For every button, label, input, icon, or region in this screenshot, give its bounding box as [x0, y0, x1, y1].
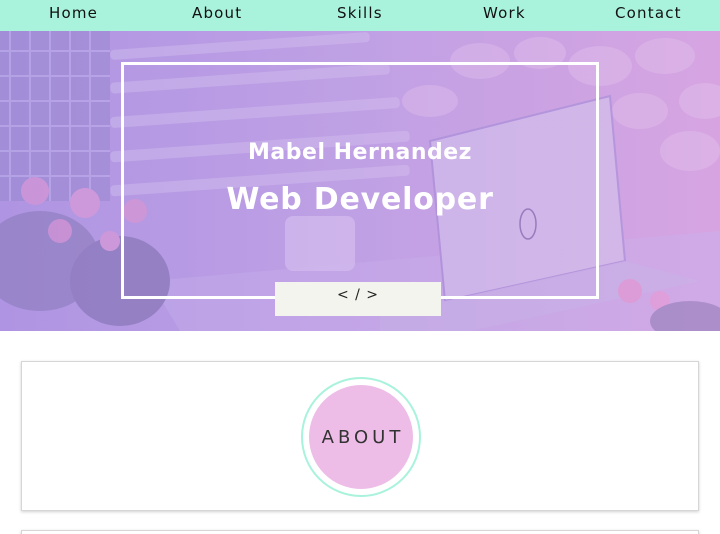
nav-work-link[interactable]: Work — [483, 4, 526, 22]
next-section-card — [21, 530, 699, 534]
about-badge: ABOUT — [309, 385, 413, 489]
code-tab: < / > — [275, 282, 441, 316]
hero-banner: Mabel Hernandez Web Developer < / > — [0, 31, 720, 331]
nav-home-link[interactable]: Home — [49, 4, 98, 22]
hero-name: Mabel Hernandez — [248, 140, 472, 165]
hero-frame — [121, 62, 599, 299]
nav-skills-link[interactable]: Skills — [337, 4, 383, 22]
about-section: ABOUT — [21, 361, 699, 511]
nav-about-link[interactable]: About — [192, 4, 242, 22]
about-badge-ring: ABOUT — [301, 377, 421, 497]
hero-role: Web Developer — [226, 182, 494, 217]
top-nav: Home About Skills Work Contact — [0, 0, 720, 31]
nav-contact-link[interactable]: Contact — [615, 4, 682, 22]
about-heading: ABOUT — [321, 426, 405, 448]
